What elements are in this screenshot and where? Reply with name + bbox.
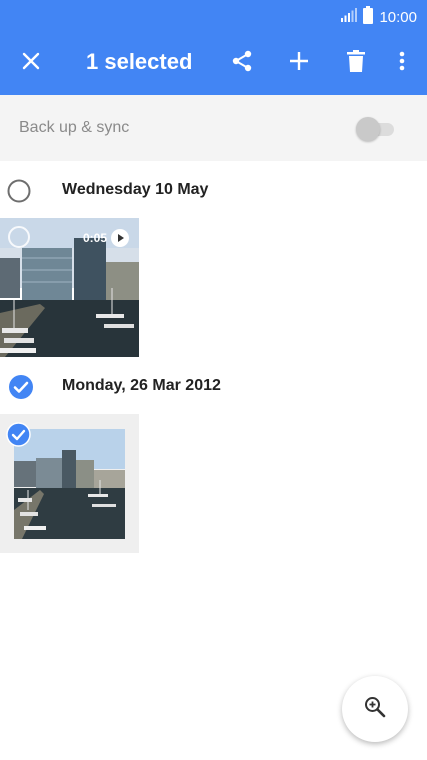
close-button[interactable] (9, 32, 53, 95)
checked-circle-icon (6, 422, 31, 447)
signal-icon (341, 8, 358, 27)
status-icons: 10:00 (341, 6, 417, 29)
share-icon (230, 49, 254, 78)
date-group-header: Wednesday 10 May (0, 165, 427, 215)
delete-button[interactable] (334, 32, 378, 95)
unchecked-circle-icon (8, 226, 30, 248)
group-select-checkbox[interactable] (6, 178, 32, 204)
share-button[interactable] (220, 32, 264, 95)
date-group-header: Monday, 26 Mar 2012 (0, 361, 427, 411)
backup-sync-label: Back up & sync (19, 119, 130, 136)
toggle-thumb (356, 117, 380, 141)
selection-count-title: 1 selected (86, 49, 193, 74)
more-vert-icon (399, 51, 405, 76)
status-time: 10:00 (379, 9, 417, 26)
add-button[interactable] (277, 32, 321, 95)
date-label: Monday, 26 Mar 2012 (62, 377, 221, 394)
add-icon (289, 51, 309, 76)
play-icon (111, 229, 129, 252)
zoom-in-icon (363, 695, 387, 724)
checked-circle-icon (9, 375, 33, 399)
item-select-checkbox[interactable] (6, 422, 31, 452)
video-thumbnail[interactable]: 0:05 (0, 218, 139, 357)
video-duration: 0:05 (82, 231, 107, 245)
status-bar: 10:00 (0, 0, 427, 32)
group-select-checkbox[interactable] (8, 374, 34, 400)
item-select-checkbox[interactable] (7, 225, 31, 254)
unchecked-circle-icon (7, 179, 31, 203)
battery-icon (363, 6, 374, 29)
photo-thumbnail[interactable] (0, 414, 139, 553)
backup-sync-toggle[interactable] (356, 116, 396, 142)
date-label: Wednesday 10 May (62, 181, 209, 198)
close-icon (22, 52, 40, 75)
more-options-button[interactable] (380, 32, 424, 95)
delete-icon (347, 50, 365, 77)
selection-toolbar: 1 selected (0, 32, 427, 95)
zoom-button[interactable] (342, 676, 408, 742)
